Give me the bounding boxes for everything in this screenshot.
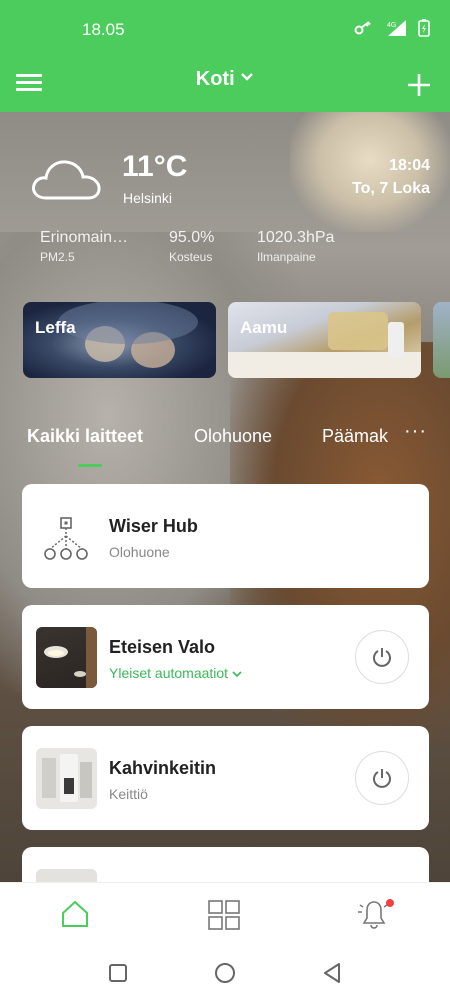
home-selector[interactable]: Koti bbox=[0, 68, 450, 91]
chevron-down-icon bbox=[241, 73, 254, 81]
home-icon[interactable] bbox=[60, 899, 90, 929]
tab-olohuone[interactable]: Olohuone bbox=[194, 426, 272, 447]
ceiling-light-image bbox=[36, 627, 97, 688]
device-card-wiser-hub[interactable]: Wiser Hub Olohuone bbox=[22, 484, 429, 588]
room-tabs: Kaikki laitteet Olohuone Päämak ··· bbox=[0, 420, 450, 470]
scene-label: Leffa bbox=[35, 318, 76, 337]
signal-icon: 4G bbox=[387, 20, 406, 36]
metric-pm25: Erinomain… PM2.5 bbox=[40, 229, 128, 264]
status-bar: 18.05 4G bbox=[0, 0, 450, 60]
device-name: Eteisen Valo bbox=[109, 637, 216, 657]
metric-humidity: 95.0% Kosteus bbox=[169, 229, 214, 264]
metric-value: 95.0% bbox=[169, 229, 215, 246]
recent-apps-icon[interactable] bbox=[108, 963, 128, 983]
scene-card-aamu[interactable]: Aamu bbox=[228, 302, 421, 378]
device-room: Keittiö bbox=[109, 786, 148, 802]
grid-icon[interactable] bbox=[208, 900, 240, 930]
metric-label: PM2.5 bbox=[40, 250, 75, 264]
home-circle-icon[interactable] bbox=[214, 962, 236, 984]
device-card-kahvinkeitin[interactable]: Kahvinkeitin Keittiö bbox=[22, 726, 429, 830]
scene-image bbox=[228, 312, 421, 378]
notification-bell-icon[interactable] bbox=[356, 897, 394, 931]
device-name: Kahvinkeitin bbox=[109, 758, 217, 778]
network-label: 4G bbox=[387, 22, 396, 29]
scene-image bbox=[58, 302, 198, 368]
key-icon bbox=[354, 21, 371, 35]
plus-icon bbox=[408, 74, 430, 96]
tab-all-devices[interactable]: Kaikki laitteet bbox=[27, 426, 143, 447]
scene-label: Aamu bbox=[240, 318, 288, 337]
device-name: Wiser Hub bbox=[109, 516, 198, 536]
device-room: Olohuone bbox=[109, 544, 170, 560]
system-navigation-bar bbox=[0, 946, 450, 1000]
active-tab-indicator bbox=[78, 464, 102, 467]
city-name: Helsinki bbox=[123, 190, 173, 206]
weather-time: 18:04 bbox=[389, 157, 430, 174]
device-card-eteisen-valo[interactable]: Eteisen Valo Yleiset automaatiot bbox=[22, 605, 429, 709]
add-device-button[interactable] bbox=[406, 66, 432, 104]
chevron-down-icon bbox=[232, 671, 242, 678]
home-title: Koti bbox=[195, 68, 235, 90]
cloud-icon bbox=[32, 160, 101, 200]
metric-value: Erinomain… bbox=[40, 229, 129, 246]
tab-paamak[interactable]: Päämak bbox=[322, 426, 392, 447]
scene-card-partial[interactable] bbox=[433, 302, 450, 378]
weather-panel: 11°C Helsinki 18:04 To, 7 Loka Erinomain… bbox=[0, 112, 450, 292]
power-icon bbox=[373, 648, 391, 667]
coffee-photo bbox=[42, 754, 92, 802]
metric-pressure: 1020.3hPa Ilmanpaine bbox=[257, 229, 334, 264]
metric-value: 1020.3hPa bbox=[257, 229, 335, 246]
hub-icon bbox=[44, 517, 88, 560]
bottom-navigation bbox=[0, 882, 450, 946]
coffee-maker-image bbox=[36, 748, 97, 809]
notification-badge bbox=[386, 899, 394, 907]
metric-label: Ilmanpaine bbox=[257, 250, 316, 264]
device-automation-link[interactable]: Yleiset automaatiot bbox=[109, 665, 242, 681]
status-icons: 4G bbox=[354, 19, 430, 37]
light-photo bbox=[44, 627, 97, 688]
battery-icon bbox=[418, 19, 430, 37]
metric-label: Kosteus bbox=[169, 250, 213, 264]
temperature: 11°C bbox=[122, 150, 188, 183]
power-button[interactable] bbox=[355, 751, 409, 805]
back-icon[interactable] bbox=[322, 962, 342, 984]
more-tabs-button[interactable]: ··· bbox=[404, 420, 427, 443]
power-icon bbox=[373, 769, 391, 788]
weather-date: To, 7 Loka bbox=[352, 180, 430, 197]
device-room: Yleiset automaatiot bbox=[109, 665, 229, 681]
scene-card-leffa[interactable]: Leffa bbox=[23, 302, 216, 378]
status-time: 18.05 bbox=[82, 20, 125, 39]
power-button[interactable] bbox=[355, 630, 409, 684]
app-bar: Koti bbox=[0, 60, 450, 112]
